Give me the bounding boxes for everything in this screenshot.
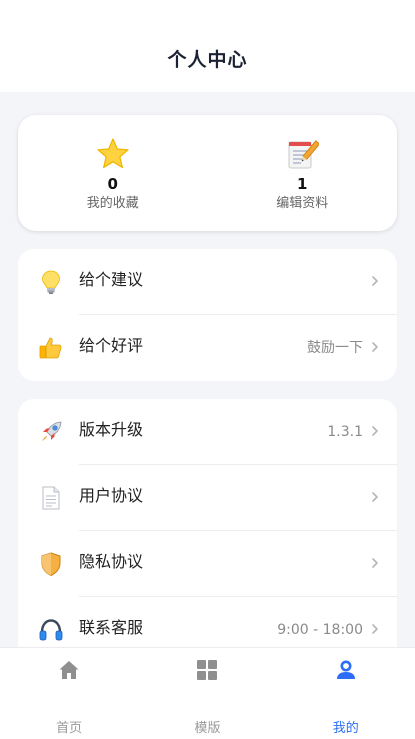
chevron-right-icon [372,558,378,568]
rating-row[interactable]: 给个好评 鼓励一下 [18,315,397,381]
rocket-icon [42,421,62,441]
shield-icon [41,552,61,577]
suggestion-label: 给个建议 [79,270,144,289]
customer-service-row[interactable]: 联系客服 9:00 - 18:00 [18,597,397,649]
document-icon [42,486,60,510]
version-value: 1.3.1 [327,424,363,440]
thumbs-up-icon [39,337,62,359]
feedback-group: 给个建议 给个好评 鼓励一下 [18,249,397,381]
user-agreement-label: 用户协议 [79,486,144,505]
tab-mine-label: 我的 [332,721,359,736]
user-icon [336,660,355,679]
stats-card: 0 我的收藏 1 编辑资料 [18,115,397,231]
customer-service-value: 9:00 - 18:00 [277,622,363,638]
favorites-stat[interactable]: 0 我的收藏 [18,115,208,231]
page-title: 个人中心 [167,49,248,71]
customer-service-label: 联系客服 [79,618,144,637]
headphones-icon [39,619,63,641]
version-label: 版本升级 [79,420,144,439]
chevron-right-icon [372,426,378,436]
privacy-row[interactable]: 隐私协议 [18,531,397,597]
favorites-count: 0 [107,175,118,193]
memo-icon [288,140,320,169]
chevron-right-icon [372,342,378,352]
chevron-right-icon [372,492,378,502]
user-agreement-row[interactable]: 用户协议 [18,465,397,531]
tab-home[interactable]: 首页 [0,648,138,739]
privacy-label: 隐私协议 [79,552,144,571]
edit-profile-stat[interactable]: 1 编辑资料 [208,115,398,231]
settings-group: 版本升级 1.3.1 用户协议 隐私协议 联系客服 9:00 - 18:00 [18,399,397,649]
tab-home-label: 首页 [56,721,83,736]
tab-templates[interactable]: 模版 [138,648,276,739]
edit-profile-count: 1 [297,175,308,193]
tab-mine[interactable]: 我的 [277,648,415,739]
chevron-right-icon [372,276,378,286]
page-header: 个人中心 [0,0,415,92]
favorites-label: 我的收藏 [86,196,139,211]
home-icon [59,661,79,679]
rating-label: 给个好评 [79,336,144,355]
tab-templates-label: 模版 [194,721,221,736]
edit-profile-label: 编辑资料 [276,196,329,211]
grid-icon [197,660,218,680]
star-icon [97,138,129,169]
bottom-tab-bar: 首页 模版 我的 [0,647,415,739]
suggestion-row[interactable]: 给个建议 [18,249,397,315]
lightbulb-icon [42,270,60,294]
rating-value: 鼓励一下 [307,340,363,356]
chevron-right-icon [372,624,378,634]
version-row[interactable]: 版本升级 1.3.1 [18,399,397,465]
